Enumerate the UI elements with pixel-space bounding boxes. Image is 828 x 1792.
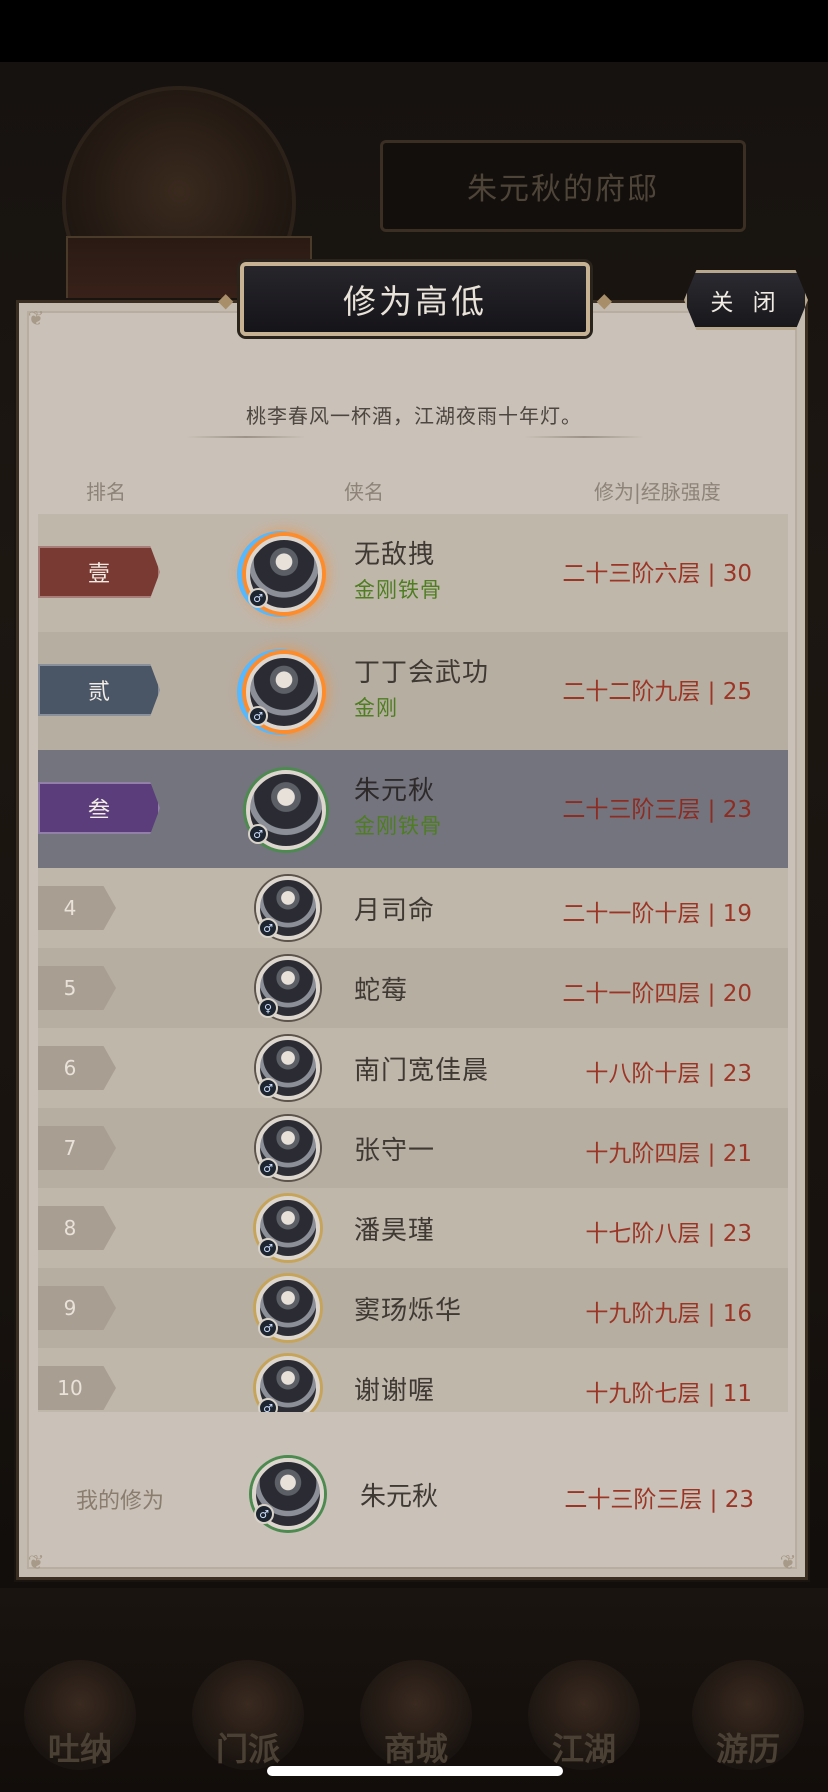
cultivation-value: 二十三阶三层 | 23 [562,797,752,823]
corner-ornament-icon: ❦ [779,1550,797,1574]
cultivation-value: 十七阶八层 | 23 [585,1221,752,1247]
column-header-name: 侠名 [344,480,384,504]
corner-ornament-icon: ❦ [27,1550,45,1574]
nav-button-travel: 游历 [692,1660,804,1770]
player-name: 张守一 [354,1136,436,1166]
my-cultivation-value: 二十三阶三层 | 23 [564,1487,754,1513]
ranking-row-9[interactable]: 9 ♂ 窦玚烁华 十九阶九层 | 16 [38,1268,788,1348]
divider-line [186,436,306,438]
ranking-row-1[interactable]: 壹 ♂ 无敌拽 金刚铁骨 二十三阶六层 | 30 [38,514,788,632]
male-gender-icon: ♂ [258,918,278,938]
player-name: 无敌拽 [354,540,436,570]
rank-badge: 9 [38,1286,116,1330]
player-name: 潘昊瑾 [354,1216,436,1246]
ranking-row-3-self[interactable]: 叁 ♂ 朱元秋 金刚铁骨 二十三阶三层 | 23 [38,750,788,868]
cultivation-value: 二十一阶十层 | 19 [562,901,752,927]
cultivation-value: 二十一阶四层 | 20 [562,981,752,1007]
male-gender-icon: ♂ [248,824,268,844]
rank-badge: 4 [38,886,116,930]
player-name: 朱元秋 [354,776,436,806]
my-cultivation-label: 我的修为 [76,1489,165,1514]
title-ornament-left-icon: ◆ [218,288,234,312]
poem-text: 桃李春风一杯酒，江湖夜雨十年灯。 [246,404,582,428]
male-gender-icon: ♂ [258,1318,278,1338]
cultivation-value: 十九阶四层 | 21 [585,1141,752,1167]
ranking-row-6[interactable]: 6 ♂ 南门宽佳晨 十八阶十层 | 23 [38,1028,788,1108]
rank-badge: 5 [38,966,116,1010]
nav-button-shop: 商城 [360,1660,472,1770]
rank-badge: 6 [38,1046,116,1090]
player-name: 月司命 [354,896,436,926]
nav-button-sect: 门派 [192,1660,304,1770]
player-title: 金刚铁骨 [354,578,442,602]
cultivation-value: 十九阶九层 | 16 [585,1301,752,1327]
cultivation-value: 二十三阶六层 | 30 [562,561,752,587]
male-gender-icon: ♂ [258,1158,278,1178]
ranking-row-8[interactable]: 8 ♂ 潘昊瑾 十七阶八层 | 23 [38,1188,788,1268]
modal-title: 修为高低 [343,282,487,321]
rank-badge: 7 [38,1126,116,1170]
close-button[interactable]: 关 闭 [684,270,808,330]
player-name: 南门宽佳晨 [354,1056,490,1086]
modal-title-plate: ◆ 修为高低 ◆ [218,262,612,336]
column-header-value: 修为|经脉强度 [594,480,721,504]
column-header-rank: 排名 [86,480,126,504]
cultivation-value: 十八阶十层 | 23 [585,1061,752,1087]
cultivation-value: 二十二阶九层 | 25 [562,679,752,705]
status-bar [0,0,828,62]
male-gender-icon: ♂ [258,1398,278,1412]
player-name: 谢谢喔 [354,1376,436,1406]
rank-badge: 壹 [38,546,160,598]
ranking-row-2[interactable]: 贰 ♂ 丁丁会武功 金刚 二十二阶九层 | 25 [38,632,788,750]
nav-button-tuna: 吐纳 [24,1660,136,1770]
player-title: 金刚铁骨 [354,814,442,838]
player-title: 金刚 [354,696,398,720]
male-gender-icon: ♂ [258,1238,278,1258]
male-gender-icon: ♂ [248,706,268,726]
rank-badge: 10 [38,1366,116,1410]
male-gender-icon: ♂ [248,588,268,608]
rank-badge: 叁 [38,782,160,834]
my-name: 朱元秋 [360,1482,439,1512]
player-name: 窦玚烁华 [354,1296,463,1326]
corner-ornament-icon: ❦ [27,306,45,330]
ranking-row-10[interactable]: 10 ♂ 谢谢喔 十九阶七层 | 11 [38,1348,788,1412]
rank-badge: 8 [38,1206,116,1250]
nav-button-jianghu: 江湖 [528,1660,640,1770]
female-gender-icon: ♀ [258,998,278,1018]
title-ornament-right-icon: ◆ [596,288,612,312]
male-gender-icon: ♂ [254,1504,274,1524]
ranking-row-7[interactable]: 7 ♂ 张守一 十九阶四层 | 21 [38,1108,788,1188]
ranking-list[interactable]: 壹 ♂ 无敌拽 金刚铁骨 二十三阶六层 | 30 贰 ♂ 丁丁会武功 金刚 二十… [38,514,788,1412]
house-title: 朱元秋的府邸 [380,140,746,232]
divider-line [524,436,644,438]
ranking-row-5[interactable]: 5 ♀ 蛇莓 二十一阶四层 | 20 [38,948,788,1028]
home-indicator[interactable] [267,1766,563,1776]
player-name: 蛇莓 [354,976,409,1006]
player-name: 丁丁会武功 [354,658,490,688]
cultivation-value: 十九阶七层 | 11 [585,1381,752,1407]
rank-badge: 贰 [38,664,160,716]
ranking-row-4[interactable]: 4 ♂ 月司命 二十一阶十层 | 19 [38,868,788,948]
male-gender-icon: ♂ [258,1078,278,1098]
